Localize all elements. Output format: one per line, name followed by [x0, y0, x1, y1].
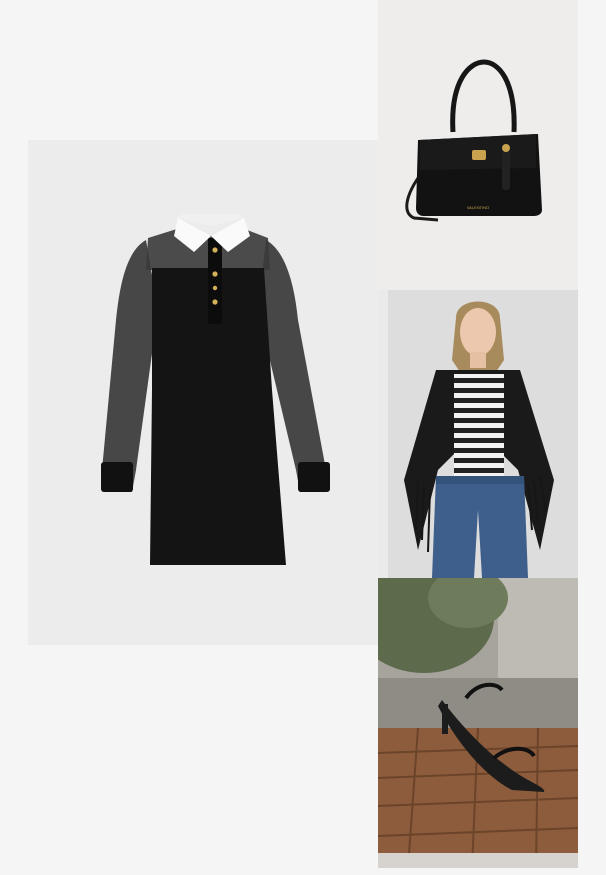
- product-tile-model[interactable]: [378, 290, 578, 578]
- product-tile-handbag[interactable]: VALENTINO: [378, 0, 578, 290]
- bag-logo: VALENTINO: [467, 205, 489, 210]
- sandal-image: [378, 578, 578, 868]
- product-tile-sandal[interactable]: [378, 578, 578, 868]
- model-photo: [378, 290, 578, 578]
- dress-image: [101, 214, 330, 565]
- product-tile-dress[interactable]: [28, 140, 378, 645]
- page: { "page": { "background": "#f5f5f5" }, "…: [0, 0, 606, 875]
- handbag-image: VALENTINO: [405, 59, 542, 222]
